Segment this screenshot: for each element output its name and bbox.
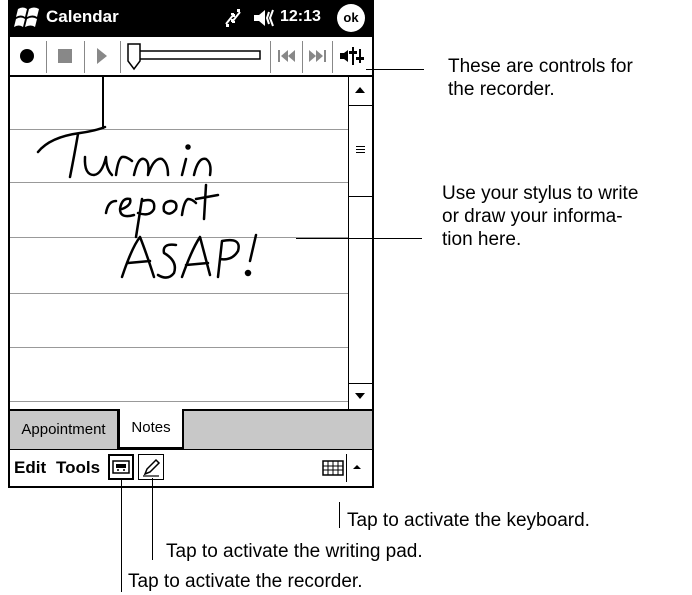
note-writing-area[interactable] [10,77,348,409]
handwritten-ink [36,125,258,279]
callout-text-line: Use your stylus to write [442,183,639,204]
scroll-divider [349,383,372,384]
skip-forward-icon[interactable] [306,43,328,67]
tab-notes[interactable]: Notes [118,409,184,449]
edit-menu[interactable]: Edit [14,458,46,478]
callout-text-line: tion here. [442,229,522,250]
volume-icon[interactable] [338,43,366,67]
speaker-icon[interactable] [252,6,278,30]
skip-back-icon[interactable] [276,43,298,67]
divider [332,41,333,73]
callout-line-writing-pad [152,478,153,560]
tab-appointment[interactable]: Appointment [10,409,118,449]
divider [346,454,347,482]
divider [84,41,85,73]
app-title[interactable]: Calendar [46,7,119,27]
play-icon[interactable] [92,43,112,67]
input-arrow-icon[interactable] [350,460,364,474]
scroll-thumb[interactable] [349,105,372,197]
callout-text-line: or draw your informa- [442,206,623,227]
callout-text-line: These are controls for [448,56,633,77]
windows-flag-icon[interactable] [14,5,42,32]
callout-line-keyboard [339,502,340,528]
divider [46,41,47,73]
scroll-down-icon[interactable] [353,389,367,403]
callout-keyboard: Tap to activate the keyboard. [347,510,590,531]
writing-pad-button[interactable] [138,454,164,480]
record-icon[interactable] [16,43,38,67]
keyboard-button[interactable] [322,458,344,478]
callout-line-recorder [121,478,122,592]
vertical-scrollbar[interactable] [348,77,372,409]
stop-icon[interactable] [54,43,76,67]
recorder-toolbar [10,37,372,77]
ok-button[interactable]: ok [337,4,365,32]
callout-writing-pad: Tap to activate the writing pad. [166,541,423,562]
connectivity-icon[interactable] [222,6,244,30]
menu-bar: Edit Tools [10,449,372,486]
divider [270,41,271,73]
tab-strip: Appointment Notes [10,409,372,449]
divider [120,41,121,73]
callout-line-recorder-controls [366,69,424,70]
recorder-button[interactable] [108,454,134,480]
callout-text-line: the recorder. [448,79,555,100]
pen-icon [143,458,161,477]
callout-recorder: Tap to activate the recorder. [128,571,363,592]
tools-menu[interactable]: Tools [56,458,100,478]
divider [302,41,303,73]
clock[interactable]: 12:13 [280,8,321,26]
recorder-icon [112,460,130,474]
keyboard-icon [322,460,344,476]
title-bar: Calendar 12:13 ok [10,0,372,37]
pocket-pc-screen: Calendar 12:13 ok Appointment Notes Edit… [8,0,374,488]
callout-stylus: Use your stylus to write or draw your in… [442,182,638,251]
callout-recorder-controls: These are controls for the recorder. [448,55,633,101]
callout-line-stylus [296,238,422,239]
volume-slider[interactable] [124,41,264,73]
scroll-up-icon[interactable] [353,83,367,97]
